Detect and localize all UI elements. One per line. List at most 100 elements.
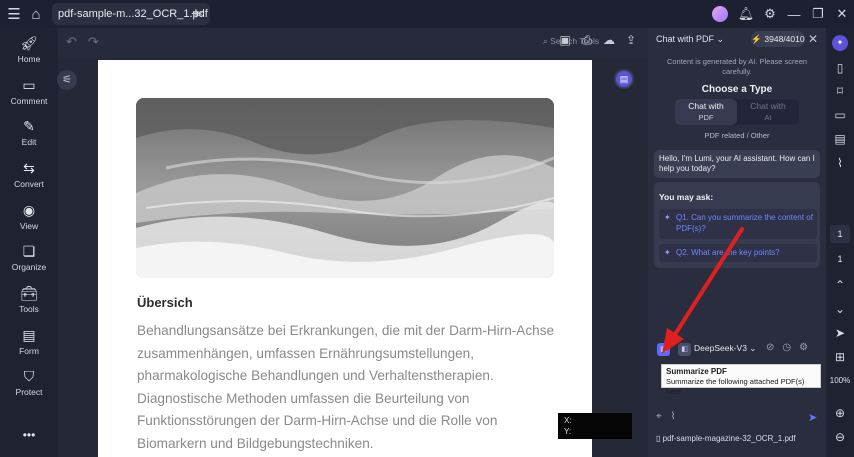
more-icon[interactable]: ••• xyxy=(0,426,58,444)
zoom-out-icon[interactable]: ⊖ xyxy=(826,430,854,444)
save-icon[interactable]: ▣ xyxy=(558,33,572,47)
convert-icon: ⇆ xyxy=(23,160,35,176)
ai-logo-icon[interactable]: ✦ xyxy=(832,35,848,51)
sidebar-item-label: Home xyxy=(17,54,41,64)
home-icon[interactable]: ⌂ xyxy=(22,0,50,28)
settings-icon[interactable]: ⚙︎ xyxy=(799,342,808,353)
sidebar-item-edit[interactable]: ✎ Edit xyxy=(0,117,58,147)
filter-icon[interactable]: ⚟ xyxy=(57,70,77,90)
fields-icon[interactable]: ▤ xyxy=(826,132,854,146)
sidebar-item-label: Protect xyxy=(15,387,43,397)
sidebar-item-form[interactable]: ▤ Form xyxy=(0,326,58,356)
choose-type-title: Choose a Type xyxy=(701,84,773,95)
lightning-icon: ⚡ xyxy=(751,34,763,44)
attachment-icon[interactable]: ⌇ xyxy=(826,156,854,170)
bookmark-icon[interactable]: ⌑ xyxy=(826,84,854,98)
sidebar-item-view[interactable]: ◉ View xyxy=(0,201,58,231)
translate-button[interactable]: ◧ xyxy=(678,343,691,356)
sidebar-item-label: Edit xyxy=(21,137,37,147)
text-line: Diagnostische Methoden umfassen die Beur… xyxy=(137,390,470,406)
edit-icon: ✎ xyxy=(23,118,35,134)
text-line: Funktionsstörungen der Darm-Hirn-Achse u… xyxy=(137,413,498,428)
zoom-level[interactable]: 100% xyxy=(826,376,854,385)
suggested-question-1[interactable]: ✦ Q1. Can you summarize the content of P… xyxy=(659,209,817,239)
rocket-icon: 🚀︎ xyxy=(20,35,38,51)
title-bar: ☰ ⌂ pdf-sample-m...32_OCR_1.pdf × + 🔔︎ ⚙… xyxy=(0,0,854,28)
input-toolbar: ▤ ◧ DeepSeek-V3 ⌄ ⊘ ◷ ⚙︎ xyxy=(654,341,822,357)
sidebar-item-comment[interactable]: ▭ Comment xyxy=(0,76,58,106)
left-sidebar: 🚀︎ Home ▭ Comment ✎ Edit ⇆ Convert ◉ Vie… xyxy=(0,28,58,457)
sidebar-item-tools[interactable]: 🧰︎ Tools xyxy=(0,284,58,314)
page-down-icon[interactable]: ⌄ xyxy=(826,302,854,316)
shield-icon: ⛉ xyxy=(23,368,35,384)
share-icon[interactable]: ⇪ xyxy=(624,33,638,47)
avatar[interactable] xyxy=(712,6,728,22)
text-line: zusammenhängen, umfassen Ernährungsumste… xyxy=(137,345,475,361)
text-line: Biomarkern und Bildgebungstechniken. xyxy=(137,435,374,451)
toolbox-icon: 🧰︎ xyxy=(20,285,38,301)
close-window-icon[interactable]: ✕ xyxy=(830,6,854,22)
sidebar-item-home[interactable]: 🚀︎ Home xyxy=(0,34,58,64)
location-pin-icon[interactable]: ⌖ xyxy=(656,411,662,422)
sparkle-icon: ✦ xyxy=(664,248,671,257)
current-page[interactable]: 1 xyxy=(830,225,850,243)
fit-page-icon[interactable]: ⊞ xyxy=(826,350,854,364)
stop-icon[interactable]: ⊘ xyxy=(766,342,774,353)
minimize-icon[interactable]: — xyxy=(782,7,806,22)
sidebar-item-label: Convert xyxy=(14,179,44,189)
chat-type-subtitle: PDF related / Other xyxy=(704,131,770,140)
coordinates-readout: X: Y: xyxy=(558,413,632,439)
gear-icon[interactable]: ⚙︎ xyxy=(758,6,782,22)
eye-icon: ◉ xyxy=(22,202,36,218)
history-icon[interactable]: ◷ xyxy=(782,342,791,353)
form-icon: ▤ xyxy=(22,327,36,343)
document-toolbar: ↶ ↷ ⌕ Search Tools ▣ ⎙ ☁ ⇪ xyxy=(58,28,648,58)
chat-mode-select[interactable]: Chat with PDF ⌄ xyxy=(656,34,724,45)
text-line: pharmakologische Behandlungen und Verhal… xyxy=(137,368,494,383)
body-text: Behandlungsansätze bei Erkrankungen, die… xyxy=(137,320,577,455)
upload-cloud-icon[interactable]: ☁ xyxy=(602,33,616,47)
chat-with-pdf-option[interactable]: Chat with PDF xyxy=(675,99,737,125)
ai-chat-fab[interactable]: ▤ xyxy=(614,69,634,89)
sidebar-item-label: View xyxy=(19,221,39,231)
attached-file: ▯ pdf-sample-magazine-32_OCR_1.pdf xyxy=(656,434,796,443)
print-icon[interactable]: ⎙ xyxy=(580,33,594,47)
sidebar-item-organize[interactable]: ❏ Organize xyxy=(0,242,58,272)
chat-with-ai-option[interactable]: Chat with AI xyxy=(737,99,799,125)
bell-icon[interactable]: 🔔︎ xyxy=(734,6,758,22)
pdf-page: Übersich Behandlungsansätze bei Erkranku… xyxy=(98,60,592,457)
redo-icon[interactable]: ↷ xyxy=(88,34,99,50)
text-line: Behandlungsansätze bei Erkrankungen, die… xyxy=(137,323,555,338)
attach-icon[interactable]: ⌇ xyxy=(671,411,676,422)
thumbnails-icon[interactable]: ▯ xyxy=(826,61,854,75)
ask-title: You may ask: xyxy=(659,192,714,202)
select-cursor-icon[interactable]: ➤ xyxy=(826,326,854,340)
send-button[interactable]: ➤ xyxy=(808,411,817,424)
sidebar-item-label: Comment xyxy=(10,96,48,106)
chevron-down-icon: ⌄ xyxy=(749,343,757,353)
comments-icon[interactable]: ▭ xyxy=(826,108,854,122)
new-tab-button[interactable]: + xyxy=(186,3,206,25)
ocean-wave-image xyxy=(136,98,554,278)
comment-icon: ▭ xyxy=(22,77,36,93)
pdf-file-icon: ▯ xyxy=(656,434,663,443)
sidebar-item-label: Tools xyxy=(19,304,39,314)
suggested-question-2[interactable]: ✦ Q2. What are the key points? xyxy=(659,244,817,262)
credits-badge[interactable]: ⚡ 3948/4010 xyxy=(751,31,805,47)
model-select[interactable]: DeepSeek-V3 ⌄ xyxy=(694,343,756,354)
summarize-pdf-button[interactable]: ▤ xyxy=(657,343,670,356)
page-up-icon[interactable]: ⌃ xyxy=(826,278,854,292)
total-pages: 1 xyxy=(837,254,843,264)
close-icon[interactable]: ✕ xyxy=(808,32,818,46)
organize-icon: ❏ xyxy=(22,243,36,259)
chevron-down-icon: ⌄ xyxy=(716,34,725,44)
undo-icon[interactable]: ↶ xyxy=(66,34,77,50)
page-heading: Übersich xyxy=(137,295,193,310)
summarize-tooltip: Summarize PDF Summarize the following at… xyxy=(661,364,821,396)
sidebar-item-protect[interactable]: ⛉ Protect xyxy=(0,367,58,397)
sidebar-item-convert[interactable]: ⇆ Convert xyxy=(0,159,58,189)
assistant-greeting: Hello, I'm Lumi, your AI assistant. How … xyxy=(654,150,820,178)
restore-icon[interactable]: ❐ xyxy=(806,6,830,22)
sidebar-item-label: Form xyxy=(19,346,39,356)
zoom-in-icon[interactable]: ⊕ xyxy=(826,406,854,420)
